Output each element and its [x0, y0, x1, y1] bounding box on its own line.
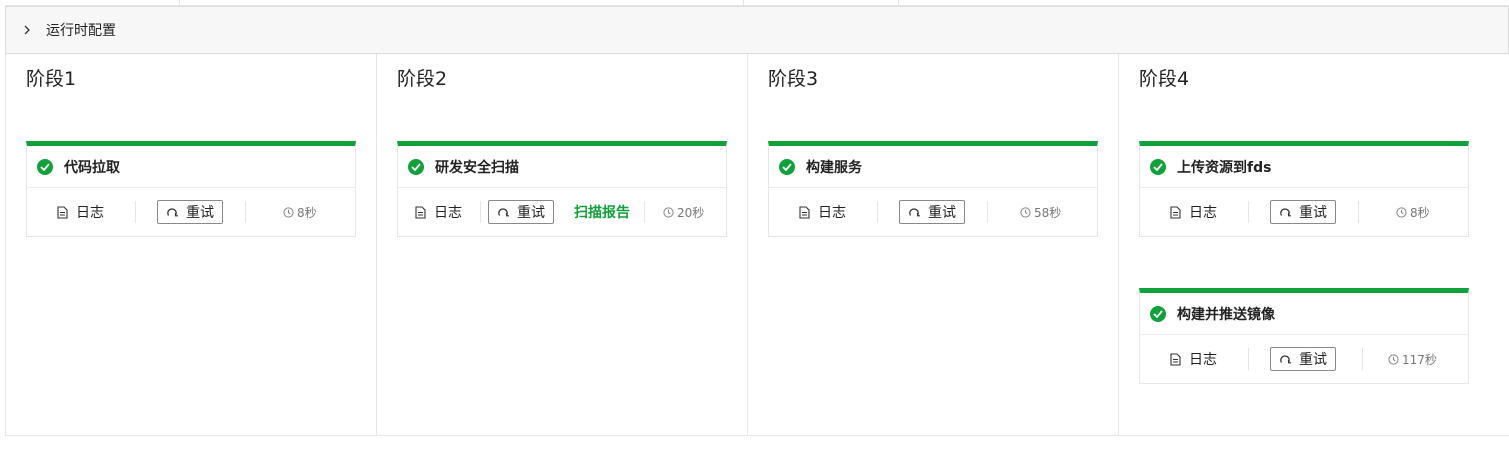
job-name: 上传资源到fds: [1177, 159, 1272, 176]
retry-label: 重试: [517, 205, 545, 221]
job-actions: 日志 重试 117秒: [1140, 335, 1468, 383]
job-actions: 日志 重试 扫描报告 20秒: [398, 188, 726, 236]
job-duration: 8秒: [283, 188, 317, 236]
log-button[interactable]: 日志: [1170, 335, 1217, 383]
divider: [1248, 348, 1249, 370]
job-duration: 20秒: [663, 188, 704, 236]
divider: [1358, 201, 1359, 223]
chevron-right-icon: [22, 25, 32, 35]
check-circle-icon: [1150, 305, 1166, 322]
duration-value: 58秒: [1034, 205, 1062, 220]
check-circle-icon: [1150, 158, 1166, 175]
retry-button[interactable]: 重试: [1270, 200, 1336, 224]
tab-divider: [898, 0, 899, 5]
job-card: 代码拉取 日志 重试 8秒: [26, 141, 356, 237]
job-card: 构建并推送镜像 日志 重试 117秒: [1139, 288, 1469, 384]
job-card: 研发安全扫描 日志 重试 扫描报告 20秒: [397, 141, 727, 237]
job-card-header: 研发安全扫描: [398, 146, 726, 188]
clock-icon: [1388, 353, 1399, 365]
stage-column: 阶段4 上传资源到fds 日志 重试 8秒 构建并推送镜像 日志 重试 117秒: [1119, 54, 1509, 435]
log-label: 日志: [1189, 352, 1217, 368]
retry-button[interactable]: 重试: [899, 200, 965, 224]
check-circle-icon: [408, 158, 424, 175]
divider: [1248, 201, 1249, 223]
check-circle-icon: [37, 158, 53, 175]
document-icon: [57, 205, 68, 219]
job-actions: 日志 重试 8秒: [27, 188, 355, 236]
duration-value: 8秒: [297, 205, 317, 220]
retry-label: 重试: [1299, 205, 1327, 221]
refresh-icon: [1279, 353, 1291, 365]
retry-button[interactable]: 重试: [1270, 347, 1336, 371]
log-button[interactable]: 日志: [799, 188, 846, 236]
divider: [245, 201, 246, 223]
job-actions: 日志 重试 58秒: [769, 188, 1097, 236]
job-name: 研发安全扫描: [435, 159, 519, 176]
retry-label: 重试: [928, 205, 956, 221]
refresh-icon: [166, 206, 178, 218]
job-card-header: 构建服务: [769, 146, 1097, 188]
refresh-icon: [908, 206, 920, 218]
log-button[interactable]: 日志: [1170, 188, 1217, 236]
duration-value: 20秒: [677, 205, 705, 220]
document-icon: [1170, 205, 1181, 219]
document-icon: [1170, 352, 1181, 366]
retry-button[interactable]: 重试: [488, 200, 554, 224]
job-card-header: 上传资源到fds: [1140, 146, 1468, 188]
stage-title: 阶段1: [26, 68, 77, 90]
scan-report-label: 扫描报告: [574, 205, 630, 221]
job-duration: 117秒: [1388, 335, 1437, 383]
log-button[interactable]: 日志: [57, 188, 104, 236]
job-actions: 日志 重试 8秒: [1140, 188, 1468, 236]
divider: [644, 201, 645, 223]
job-card-header: 代码拉取: [27, 146, 355, 188]
retry-button[interactable]: 重试: [157, 200, 223, 224]
document-icon: [799, 205, 810, 219]
divider: [877, 201, 878, 223]
clock-icon: [663, 206, 674, 218]
log-button[interactable]: 日志: [415, 188, 462, 236]
divider: [480, 201, 481, 223]
retry-label: 重试: [1299, 352, 1327, 368]
retry-label: 重试: [186, 205, 214, 221]
pipeline-stages: 阶段1 代码拉取 日志 重试 8秒 阶段2 研发安全扫描 日志 重试 扫描报告 …: [5, 54, 1509, 436]
job-card: 构建服务 日志 重试 58秒: [768, 141, 1098, 237]
divider: [1362, 348, 1363, 370]
stage-title: 阶段4: [1139, 68, 1190, 90]
duration-value: 8秒: [1410, 205, 1430, 220]
log-label: 日志: [434, 205, 462, 221]
log-label: 日志: [1189, 205, 1217, 221]
clock-icon: [1020, 206, 1031, 218]
job-card-header: 构建并推送镜像: [1140, 293, 1468, 335]
job-duration: 58秒: [1020, 188, 1061, 236]
divider: [987, 201, 988, 223]
refresh-icon: [497, 206, 509, 218]
log-label: 日志: [76, 205, 104, 221]
clock-icon: [1396, 206, 1407, 218]
refresh-icon: [1279, 206, 1291, 218]
divider: [135, 201, 136, 223]
stage-column: 阶段2 研发安全扫描 日志 重试 扫描报告 20秒: [377, 54, 748, 435]
runtime-config-label: 运行时配置: [46, 23, 116, 39]
scan-report-link[interactable]: 扫描报告: [574, 188, 630, 236]
stage-title: 阶段2: [397, 68, 448, 90]
check-circle-icon: [779, 158, 795, 175]
job-name: 构建服务: [806, 159, 862, 176]
tab-divider: [743, 0, 744, 5]
job-card: 上传资源到fds 日志 重试 8秒: [1139, 141, 1469, 237]
log-label: 日志: [818, 205, 846, 221]
job-duration: 8秒: [1396, 188, 1430, 236]
job-name: 构建并推送镜像: [1177, 306, 1275, 323]
runtime-config-toggle[interactable]: 运行时配置: [5, 6, 1509, 54]
stage-title: 阶段3: [768, 68, 819, 90]
stage-column: 阶段1 代码拉取 日志 重试 8秒: [6, 54, 377, 435]
duration-value: 117秒: [1402, 352, 1437, 367]
stage-column: 阶段3 构建服务 日志 重试 58秒: [748, 54, 1119, 435]
document-icon: [415, 205, 426, 219]
job-name: 代码拉取: [64, 159, 120, 176]
tab-divider: [179, 0, 180, 5]
clock-icon: [283, 206, 294, 218]
